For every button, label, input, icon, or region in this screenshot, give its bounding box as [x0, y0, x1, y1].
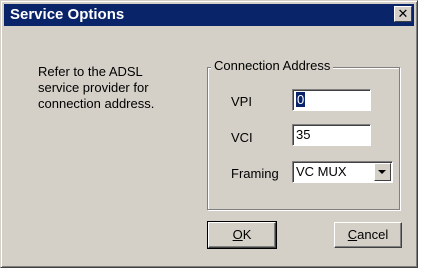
- vpi-label: VPI: [231, 94, 252, 109]
- ok-button[interactable]: OK: [207, 221, 277, 249]
- vci-label: VCI: [231, 130, 253, 145]
- cancel-label: ancel: [357, 227, 389, 242]
- info-line: service provider for: [38, 80, 149, 95]
- vci-field[interactable]: 35: [292, 124, 371, 146]
- ok-mnemonic: O: [232, 227, 243, 242]
- info-text: Refer to the ADSL service provider for c…: [38, 64, 188, 112]
- info-line: Refer to the ADSL: [38, 64, 143, 79]
- vpi-value: 0: [296, 92, 306, 107]
- info-line: connection address.: [38, 96, 155, 111]
- vci-value: 35: [296, 127, 311, 142]
- chevron-down-icon[interactable]: [374, 163, 391, 181]
- close-button[interactable]: ✕: [394, 6, 412, 22]
- service-options-dialog: Service Options ✕ Refer to the ADSL serv…: [0, 0, 418, 268]
- framing-value: VC MUX: [296, 164, 347, 179]
- title-bar[interactable]: Service Options ✕: [4, 4, 414, 26]
- dialog-title: Service Options: [10, 6, 125, 23]
- cancel-mnemonic: C: [347, 227, 358, 242]
- vpi-field[interactable]: 0: [292, 89, 371, 111]
- close-icon: ✕: [397, 6, 409, 21]
- cancel-button[interactable]: Cancel: [334, 222, 402, 248]
- framing-select[interactable]: VC MUX: [292, 161, 393, 183]
- ok-label: K: [242, 227, 252, 242]
- framing-label: Framing: [231, 166, 279, 181]
- group-legend: Connection Address: [211, 58, 334, 73]
